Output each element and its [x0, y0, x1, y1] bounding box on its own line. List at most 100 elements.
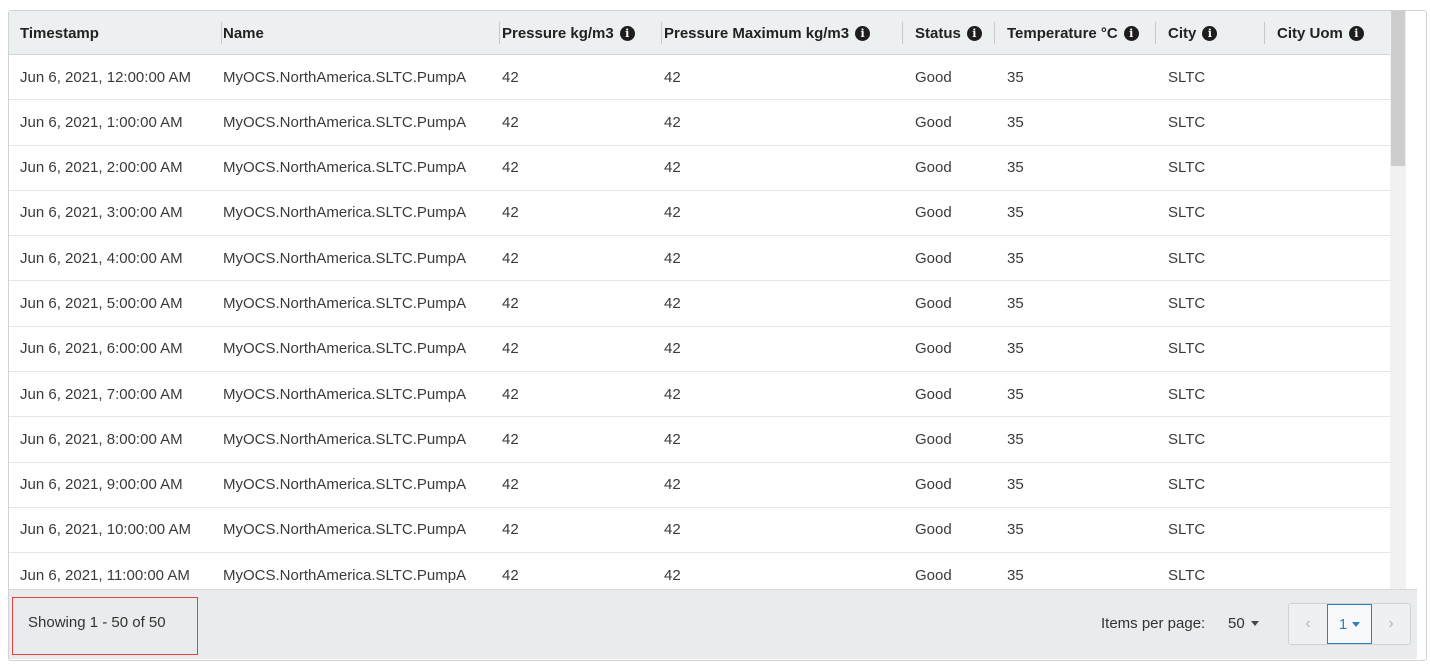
cell-timestamp: Jun 6, 2021, 3:00:00 AM: [20, 204, 183, 222]
cell-pressure-maximum: 42: [664, 204, 681, 222]
cell-pressure: 42: [502, 340, 519, 358]
cell-temperature: 35: [1007, 566, 1024, 584]
cell-name: MyOCS.NorthAmerica.SLTC.PumpA: [223, 385, 467, 403]
info-icon[interactable]: i: [1348, 25, 1364, 41]
cell-pressure-maximum: 42: [664, 294, 681, 312]
table-row[interactable]: Jun 6, 2021, 4:00:00 AM MyOCS.NorthAmeric…: [9, 236, 1390, 282]
cell-name: MyOCS.NorthAmerica.SLTC.PumpA: [223, 566, 467, 584]
cell-city: SLTC: [1168, 204, 1206, 222]
column-header-city-uom[interactable]: City Uom i: [1266, 11, 1390, 55]
cell-temperature: 35: [1007, 430, 1024, 448]
cell-city: SLTC: [1168, 476, 1206, 494]
table-row[interactable]: Jun 6, 2021, 7:00:00 AM MyOCS.NorthAmeric…: [9, 372, 1390, 418]
cell-timestamp: Jun 6, 2021, 7:00:00 AM: [20, 385, 183, 403]
next-page-button[interactable]: ›: [1372, 604, 1410, 644]
items-per-page-dropdown[interactable]: 50: [1219, 608, 1269, 638]
grid-footer: Showing 1 - 50 of 50 Items per page: 50 …: [9, 589, 1417, 659]
cell-status: Good: [915, 521, 952, 539]
table-row[interactable]: Jun 6, 2021, 9:00:00 AM MyOCS.NorthAmeric…: [9, 463, 1390, 508]
table-row[interactable]: Jun 6, 2021, 8:00:00 AM MyOCS.NorthAmeric…: [9, 417, 1390, 463]
cell-pressure-maximum: 42: [664, 159, 681, 177]
column-header-label: Pressure Maximum kg/m3: [664, 24, 850, 42]
cell-status: Good: [915, 294, 952, 312]
table-row[interactable]: Jun 6, 2021, 3:00:00 AM MyOCS.NorthAmeric…: [9, 191, 1390, 237]
info-icon[interactable]: i: [855, 25, 871, 41]
cell-city-uom: [1266, 191, 1390, 235]
column-resize-handle[interactable]: [221, 22, 222, 44]
cell-pressure-maximum: 42: [664, 249, 681, 267]
column-header-label: Timestamp: [20, 24, 99, 42]
cell-name: MyOCS.NorthAmerica.SLTC.PumpA: [223, 159, 467, 177]
cell-status: Good: [915, 68, 952, 86]
table-row[interactable]: Jun 6, 2021, 10:00:00 AM MyOCS.NorthAmeri…: [9, 508, 1390, 554]
vertical-scrollbar-thumb[interactable]: [1391, 11, 1405, 166]
cell-status: Good: [915, 430, 952, 448]
cell-city: SLTC: [1168, 249, 1206, 267]
table-row[interactable]: Jun 6, 2021, 5:00:00 AM MyOCS.NorthAmeric…: [9, 281, 1390, 327]
cell-pressure: 42: [502, 476, 519, 494]
previous-page-button[interactable]: ‹: [1289, 604, 1327, 644]
table-row[interactable]: Jun 6, 2021, 11:00:00 AM MyOCS.NorthAmeri…: [9, 553, 1390, 589]
cell-temperature: 35: [1007, 113, 1024, 131]
column-resize-handle[interactable]: [902, 22, 903, 44]
column-resize-handle[interactable]: [994, 22, 995, 44]
current-page-dropdown[interactable]: 1: [1327, 604, 1372, 644]
cell-temperature: 35: [1007, 294, 1024, 312]
cell-name: MyOCS.NorthAmerica.SLTC.PumpA: [223, 204, 467, 222]
cell-city-uom: [1266, 553, 1390, 589]
info-icon[interactable]: i: [1202, 25, 1218, 41]
cell-city-uom: [1266, 100, 1390, 144]
cell-status: Good: [915, 113, 952, 131]
cell-name: MyOCS.NorthAmerica.SLTC.PumpA: [223, 294, 467, 312]
cell-timestamp: Jun 6, 2021, 12:00:00 AM: [20, 68, 191, 86]
chevron-right-icon: ›: [1388, 615, 1394, 632]
table-row[interactable]: Jun 6, 2021, 12:00:00 AM MyOCS.NorthAmeri…: [9, 55, 1390, 101]
cell-timestamp: Jun 6, 2021, 11:00:00 AM: [20, 566, 190, 584]
column-resize-handle[interactable]: [499, 22, 500, 44]
column-header-city[interactable]: City i: [1157, 11, 1266, 55]
cell-city-uom: [1266, 463, 1390, 507]
table-row[interactable]: Jun 6, 2021, 2:00:00 AM MyOCS.NorthAmeric…: [9, 146, 1390, 191]
column-header-pressure[interactable]: Pressure kg/m3 i: [491, 11, 653, 55]
column-resize-handle[interactable]: [1155, 22, 1156, 44]
column-header-status[interactable]: Status i: [904, 11, 996, 55]
column-header-label: Temperature °C: [1007, 24, 1118, 42]
cell-pressure: 42: [502, 249, 519, 267]
cell-timestamp: Jun 6, 2021, 8:00:00 AM: [20, 430, 183, 448]
column-header-temperature[interactable]: Temperature °C i: [996, 11, 1157, 55]
cell-name: MyOCS.NorthAmerica.SLTC.PumpA: [223, 430, 467, 448]
column-resize-handle[interactable]: [661, 22, 662, 44]
column-resize-handle[interactable]: [1264, 22, 1265, 44]
cell-temperature: 35: [1007, 340, 1024, 358]
cell-pressure-maximum: 42: [664, 340, 681, 358]
cell-pressure: 42: [502, 430, 519, 448]
record-count-highlight: [12, 597, 198, 655]
cell-timestamp: Jun 6, 2021, 10:00:00 AM: [20, 521, 191, 539]
column-header-label: City Uom: [1277, 24, 1343, 42]
column-header-name[interactable]: Name: [212, 11, 491, 55]
column-header-pressure-maximum[interactable]: Pressure Maximum kg/m3 i: [653, 11, 904, 55]
cell-city: SLTC: [1168, 340, 1206, 358]
cell-city: SLTC: [1168, 113, 1206, 131]
cell-name: MyOCS.NorthAmerica.SLTC.PumpA: [223, 340, 467, 358]
cell-pressure: 42: [502, 385, 519, 403]
column-header-label: Name: [223, 24, 264, 42]
table-row[interactable]: Jun 6, 2021, 1:00:00 AM MyOCS.NorthAmeric…: [9, 100, 1390, 146]
cell-pressure: 42: [502, 204, 519, 222]
cell-status: Good: [915, 249, 952, 267]
table-row[interactable]: Jun 6, 2021, 6:00:00 AM MyOCS.NorthAmeric…: [9, 327, 1390, 373]
cell-city-uom: [1266, 236, 1390, 280]
column-header-timestamp[interactable]: Timestamp: [9, 11, 212, 55]
caret-down-icon: [1250, 620, 1259, 626]
info-icon[interactable]: i: [1123, 25, 1139, 41]
cell-pressure: 42: [502, 159, 519, 177]
cell-city-uom: [1266, 146, 1390, 190]
cell-temperature: 35: [1007, 159, 1024, 177]
cell-city-uom: [1266, 508, 1390, 552]
cell-pressure-maximum: 42: [664, 113, 681, 131]
info-icon[interactable]: i: [619, 25, 635, 41]
info-icon[interactable]: i: [966, 25, 982, 41]
cell-pressure: 42: [502, 521, 519, 539]
cell-status: Good: [915, 159, 952, 177]
cell-pressure-maximum: 42: [664, 476, 681, 494]
